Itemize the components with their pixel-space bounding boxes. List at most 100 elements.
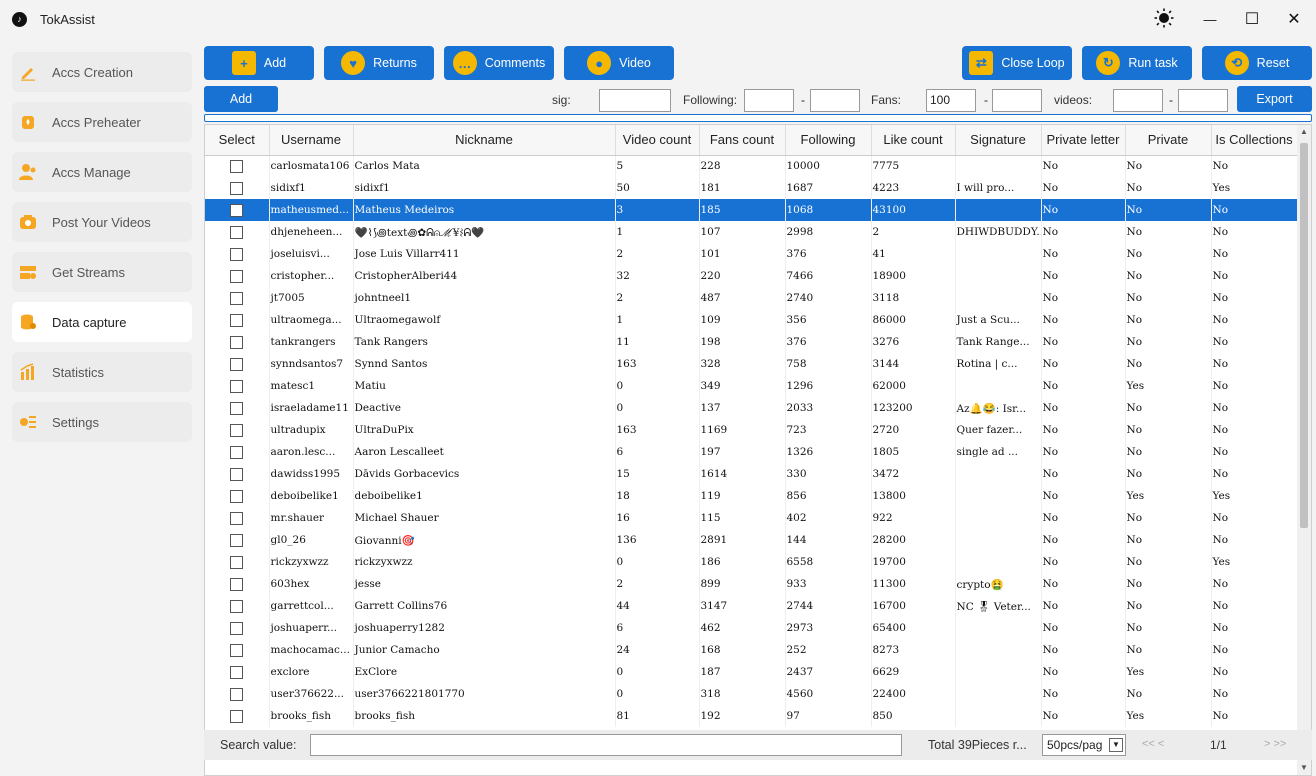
table-row[interactable]: machocamac... Junior Camacho 24 168 252 8273 N… xyxy=(205,639,1298,661)
row-checkbox[interactable] xyxy=(230,269,244,283)
table-row[interactable]: jt7005 johntneel1 2 487 2740 3118 No No No xyxy=(205,287,1298,309)
table-row[interactable]: 603hex jesse 2 899 933 11300 crypto🤮 No No No xyxy=(205,573,1298,595)
table-row[interactable]: gl0_26 Giovanni🎯 136 2891 144 28200 No No No xyxy=(205,529,1298,551)
videos-min-input[interactable] xyxy=(1113,89,1163,112)
comments-button[interactable]: … Comments xyxy=(444,46,554,80)
scroll-down-icon[interactable]: ▼ xyxy=(1297,761,1311,775)
row-checkbox[interactable] xyxy=(230,445,244,459)
row-checkbox[interactable] xyxy=(230,357,244,371)
table-row[interactable]: rickzyxwzz rickzyxwzz 0 186 6558 19700 No No Yes xyxy=(205,551,1298,573)
row-checkbox[interactable] xyxy=(230,555,244,569)
add-button[interactable]: Add xyxy=(204,86,278,112)
table-row[interactable]: mr.shauer Michael Shauer 16 115 402 922 No No No xyxy=(205,507,1298,529)
table-row[interactable]: exclore ExClore 0 187 2437 6629 No Yes No xyxy=(205,661,1298,683)
sidebar-item-accs-preheater[interactable]: Accs Preheater xyxy=(12,102,192,142)
scrollbar-thumb[interactable] xyxy=(1300,143,1308,528)
row-checkbox[interactable] xyxy=(230,247,244,261)
row-checkbox[interactable] xyxy=(230,379,244,393)
table-row[interactable]: joshuaperr... joshuaperry1282 6 462 2973 6540… xyxy=(205,617,1298,639)
column-header[interactable]: Username xyxy=(269,125,354,156)
export-button[interactable]: Export xyxy=(1237,86,1312,112)
fans-max-input[interactable] xyxy=(992,89,1042,112)
column-header[interactable]: Signature xyxy=(955,125,1042,156)
prev-page-button[interactable]: << < xyxy=(1142,738,1164,750)
column-header[interactable]: Is Collections xyxy=(1211,125,1298,156)
sidebar-item-post-videos[interactable]: Post Your Videos xyxy=(12,202,192,242)
column-header[interactable]: Following xyxy=(785,125,872,156)
row-checkbox[interactable] xyxy=(230,665,244,679)
row-checkbox[interactable] xyxy=(230,577,244,591)
page-size-select[interactable]: 50pcs/pag ▼ xyxy=(1042,734,1126,756)
table-row[interactable]: matesc1 Matiu 0 349 1296 62000 No Yes No xyxy=(205,375,1298,397)
sidebar-item-settings[interactable]: Settings xyxy=(12,402,192,442)
row-checkbox[interactable] xyxy=(230,709,244,723)
sidebar-item-accs-manage[interactable]: Accs Manage xyxy=(12,152,192,192)
table-row[interactable]: synndsantos7 Synnd Santos 163 328 758 3144 Rot… xyxy=(205,353,1298,375)
column-header[interactable]: Private xyxy=(1125,125,1212,156)
chevron-down-icon[interactable]: ▼ xyxy=(1109,738,1123,752)
column-header[interactable]: Video count xyxy=(615,125,700,156)
sidebar-item-statistics[interactable]: Statistics xyxy=(12,352,192,392)
row-checkbox[interactable] xyxy=(230,291,244,305)
following-min-input[interactable] xyxy=(744,89,794,112)
table-row[interactable]: user376622... user3766221801770 0 318 4560 22… xyxy=(205,683,1298,705)
sig-input[interactable] xyxy=(599,89,671,112)
row-checkbox[interactable] xyxy=(230,643,244,657)
row-checkbox[interactable] xyxy=(230,533,244,547)
table-row[interactable]: garrettcol... Garrett Collins76 44 3147 2744… xyxy=(205,595,1298,617)
table-row[interactable]: brooks_fish brooks_fish 81 192 97 850 No Yes No xyxy=(205,705,1298,727)
row-checkbox[interactable] xyxy=(230,621,244,635)
row-checkbox[interactable] xyxy=(230,313,244,327)
row-checkbox[interactable] xyxy=(230,489,244,503)
following-max-input[interactable] xyxy=(810,89,860,112)
table-row[interactable]: israeladame11 Deactive 0 137 2033 123200 Az🔔😂:… xyxy=(205,397,1298,419)
table-row[interactable]: carlosmata106 Carlos Mata 5 228 10000 7775 No N… xyxy=(205,155,1298,177)
fans-min-input[interactable]: 100 xyxy=(926,89,976,112)
table-row[interactable]: tankrangers Tank Rangers 11 198 376 3276 Tank … xyxy=(205,331,1298,353)
run-task-button[interactable]: ↻ Run task xyxy=(1082,46,1192,80)
column-header[interactable]: Nickname xyxy=(353,125,616,156)
column-header[interactable]: Like count xyxy=(871,125,956,156)
sidebar-item-data-capture[interactable]: Data capture xyxy=(12,302,192,342)
row-checkbox[interactable] xyxy=(230,181,244,195)
table-row[interactable]: joseluisvi... Jose Luis Villarr411 2 101 376… xyxy=(205,243,1298,265)
row-checkbox[interactable] xyxy=(230,159,244,173)
table-row[interactable]: ultraomega... Ultraomegawolf 1 109 356 86000 J… xyxy=(205,309,1298,331)
row-checkbox[interactable] xyxy=(230,225,244,239)
minimize-button[interactable]: — xyxy=(1198,8,1222,32)
row-checkbox[interactable] xyxy=(230,511,244,525)
table-row[interactable]: ultradupix UltraDuPix 163 1169 723 2720 Quer f… xyxy=(205,419,1298,441)
table-row[interactable]: matheusmed... Matheus Medeiros 3 185 1068 431… xyxy=(205,199,1298,221)
returns-button[interactable]: ♥ Returns xyxy=(324,46,434,80)
scroll-up-icon[interactable]: ▲ xyxy=(1297,125,1311,139)
column-header[interactable]: Select xyxy=(205,125,270,156)
add-toolbar-button[interactable]: + Add xyxy=(204,46,314,80)
reset-button[interactable]: ⟲ Reset xyxy=(1202,46,1312,80)
row-checkbox[interactable] xyxy=(230,599,244,613)
column-header[interactable]: Fans count xyxy=(699,125,786,156)
close-button[interactable]: ✕ xyxy=(1282,8,1306,32)
table-row[interactable]: sidixf1 sidixf1 50 181 1687 4223 I will pro...… xyxy=(205,177,1298,199)
close-loop-button[interactable]: ⇄ Close Loop xyxy=(962,46,1072,80)
table-row[interactable]: dhjeneheen... 🖤⌇⟆꩜text꩜✿ᕱ⍝ℳ¥⌇ᕱ🖤 1 107 2998 2 D… xyxy=(205,221,1298,243)
vertical-scrollbar[interactable]: ▲ ▼ xyxy=(1297,125,1311,775)
table-row[interactable]: dawidss1995 Dāvids Gorbacevics 15 1614 330 34… xyxy=(205,463,1298,485)
next-page-button[interactable]: > >> xyxy=(1264,738,1286,750)
maximize-button[interactable]: ☐ xyxy=(1240,8,1264,32)
row-checkbox[interactable] xyxy=(230,401,244,415)
video-button[interactable]: ● Video xyxy=(564,46,674,80)
row-checkbox[interactable] xyxy=(230,687,244,701)
sun-icon[interactable] xyxy=(1152,8,1176,32)
sidebar-item-accs-creation[interactable]: Accs Creation xyxy=(12,52,192,92)
row-checkbox[interactable] xyxy=(230,203,244,217)
row-checkbox[interactable] xyxy=(230,423,244,437)
table-row[interactable]: deboibelike1 deboibelike1 18 119 856 13800 No Y… xyxy=(205,485,1298,507)
sidebar-item-get-streams[interactable]: Get Streams xyxy=(12,252,192,292)
row-checkbox[interactable] xyxy=(230,467,244,481)
table-row[interactable]: aaron.lesc... Aaron Lescalleet 6 197 1326 180… xyxy=(205,441,1298,463)
table-row[interactable]: cristopher... CristopherAlberi44 32 220 7466… xyxy=(205,265,1298,287)
videos-max-input[interactable] xyxy=(1178,89,1228,112)
row-checkbox[interactable] xyxy=(230,335,244,349)
search-input[interactable] xyxy=(310,734,902,756)
column-header[interactable]: Private letter xyxy=(1041,125,1126,156)
